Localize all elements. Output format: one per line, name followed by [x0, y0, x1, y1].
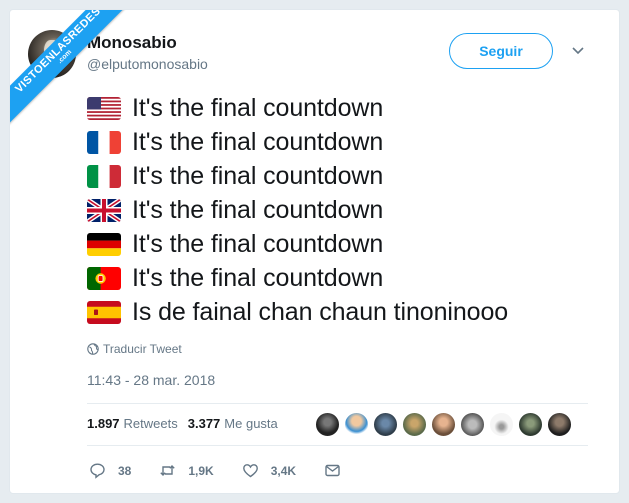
divider: [87, 403, 588, 404]
likes-count[interactable]: 3.377: [188, 416, 221, 431]
liker-avatar[interactable]: [373, 412, 398, 437]
follow-button[interactable]: Seguir: [449, 33, 553, 69]
tweet-line: It's the final countdown: [87, 125, 508, 159]
retweet-icon: [160, 465, 176, 476]
tweet-line-text: It's the final countdown: [132, 195, 384, 224]
tweet-line: It's the final countdown: [87, 261, 508, 295]
liker-avatar[interactable]: [518, 412, 543, 437]
likers-avatars: [315, 412, 576, 437]
like-count: 3,4K: [270, 463, 297, 478]
tweet-line-text: It's the final countdown: [132, 263, 384, 292]
heart-icon: [242, 464, 258, 478]
flag-spain-icon: [87, 300, 121, 324]
translate-label[interactable]: Traducir Tweet: [103, 342, 182, 356]
chevron-down-icon[interactable]: [570, 42, 586, 58]
tweet-line-text: Is de fainal chan chaun tinoninooo: [132, 297, 509, 326]
retweet-button[interactable]: 1,9K: [159, 462, 214, 479]
tweet-line-text: It's the final countdown: [132, 93, 384, 122]
timestamp[interactable]: 11:43 - 28 mar. 2018: [87, 372, 215, 388]
tweet-actions: 38 1,9K 3,4K: [89, 462, 381, 479]
watermark: VISTOENLASREDES .com: [10, 10, 130, 130]
retweets-count[interactable]: 1.897: [87, 416, 120, 431]
liker-avatar[interactable]: [489, 412, 514, 437]
like-button[interactable]: 3,4K: [242, 462, 296, 479]
likes-label[interactable]: Me gusta: [224, 416, 277, 431]
flag-portugal-icon: [87, 266, 121, 290]
tweet-line: It's the final countdown: [87, 193, 508, 227]
retweets-label[interactable]: Retweets: [124, 416, 178, 431]
tweet-line: It's the final countdown: [87, 159, 508, 193]
tweet-stats: 1.897 Retweets 3.377 Me gusta: [87, 416, 288, 431]
liker-avatar[interactable]: [402, 412, 427, 437]
divider: [87, 445, 588, 446]
liker-avatar[interactable]: [431, 412, 456, 437]
envelope-icon: [325, 464, 340, 477]
flag-italy-icon: [87, 164, 121, 188]
reply-count: 38: [118, 463, 132, 478]
tweet-text: It's the final countdown It's the final …: [87, 91, 508, 329]
tweet-line-text: It's the final countdown: [132, 161, 384, 190]
translate-link[interactable]: Traducir Tweet: [87, 342, 182, 356]
reply-icon: [90, 463, 105, 479]
watermark-text: VISTOENLASREDES: [13, 10, 104, 96]
tweet-line: It's the final countdown: [87, 227, 508, 261]
direct-message-button[interactable]: [324, 462, 353, 479]
tweet-line-text: It's the final countdown: [132, 127, 384, 156]
liker-avatar[interactable]: [344, 412, 369, 437]
reply-button[interactable]: 38: [89, 462, 131, 479]
tweet-line-text: It's the final countdown: [132, 229, 384, 258]
liker-avatar[interactable]: [315, 412, 340, 437]
liker-avatar[interactable]: [460, 412, 485, 437]
flag-france-icon: [87, 130, 121, 154]
flag-germany-icon: [87, 232, 121, 256]
tweet-line: Is de fainal chan chaun tinoninooo: [87, 295, 508, 329]
liker-avatar[interactable]: [547, 412, 572, 437]
tweet-line: It's the final countdown: [87, 91, 508, 125]
flag-uk-icon: [87, 198, 121, 222]
retweet-count: 1,9K: [188, 463, 214, 478]
globe-icon: [87, 343, 99, 355]
